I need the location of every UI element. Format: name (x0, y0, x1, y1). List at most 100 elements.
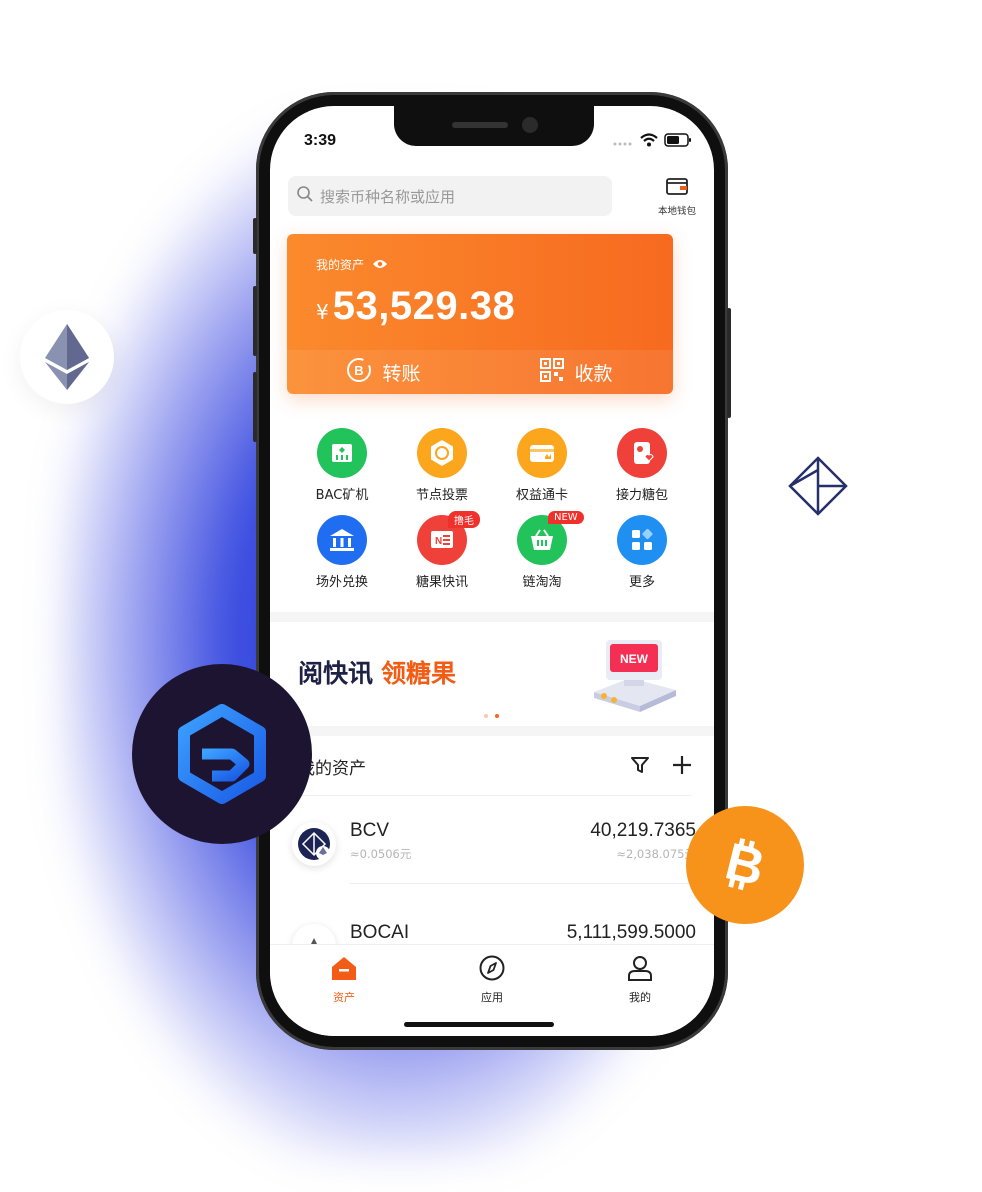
coin-unit-price: ≈0.0506元 (350, 847, 412, 861)
asset-label: 我的资产 (316, 258, 365, 272)
compass-icon (478, 955, 506, 985)
app-more[interactable]: 更多 (592, 515, 692, 590)
app-label: 链淘淘 (522, 575, 562, 590)
app-candy-news[interactable]: N 撸毛 糖果快讯 (392, 511, 492, 590)
battery-icon (664, 132, 692, 151)
coin-value: ≈2,038.075元 (616, 847, 696, 861)
app-candy-relay[interactable]: 接力糖包 (592, 428, 692, 503)
svg-text:B: B (720, 832, 770, 897)
notch (394, 106, 594, 146)
app-label: BAC矿机 (315, 488, 369, 503)
app-label: 场外兑换 (315, 575, 368, 590)
signal-icon (612, 132, 634, 151)
status-icons (612, 132, 692, 151)
section-divider (270, 726, 714, 736)
svg-text:B: B (355, 363, 364, 378)
app-otc-exchange[interactable]: 场外兑换 (292, 515, 392, 590)
assets-tools (630, 755, 692, 779)
app-rights-card[interactable]: 权益通卡 (492, 428, 592, 503)
transfer-label: 转账 (382, 362, 421, 385)
banner-text-a: 阅快讯 (298, 660, 374, 688)
user-icon (626, 955, 654, 985)
home-indicator (404, 1022, 554, 1027)
status-time: 3:39 (304, 132, 337, 149)
eye-icon[interactable] (372, 258, 388, 272)
asset-amount: 53,529.38 (332, 284, 516, 328)
volume-up-button (253, 286, 257, 356)
card-actions: B 转账 收款 (287, 350, 673, 394)
receive-label: 收款 (574, 362, 613, 385)
phone-frame: 3:39 搜索币种名称或应用 本地钱包 我的资产 ¥ 53,529.38 B 转… (253, 92, 731, 1050)
search-icon (296, 185, 314, 207)
asset-card: 我的资产 ¥ 53,529.38 B 转账 收款 (287, 234, 673, 394)
otc-exchange-icon (317, 515, 367, 565)
app-chain-shop[interactable]: NEW 链淘淘 (492, 511, 592, 590)
asset-label-row: 我的资产 (316, 256, 388, 273)
coin-name: BOCAI (350, 922, 410, 943)
ethereum-icon (20, 310, 114, 404)
pagination-dot[interactable] (484, 714, 488, 718)
app-grid: BAC矿机 节点投票 权益通卡 接力糖包 场外兑换 N 撸毛 糖果快讯 NEW … (292, 428, 692, 590)
assets-header: 我的资产 (298, 738, 692, 796)
app-label: 更多 (628, 575, 655, 590)
app-label: 权益通卡 (515, 488, 568, 503)
tab-label: 资产 (333, 991, 355, 1004)
mining-machine-icon (317, 428, 367, 478)
speaker (452, 122, 508, 128)
svg-text:N: N (435, 536, 442, 547)
qr-code-icon (540, 357, 565, 387)
banner-headline: 阅快讯 领糖果 (298, 654, 456, 690)
more-apps-icon (617, 515, 667, 565)
power-button (727, 308, 731, 418)
receive-button[interactable]: 收款 (480, 350, 673, 394)
node-vote-icon (417, 428, 467, 478)
tab-label: 应用 (481, 991, 503, 1004)
front-camera (522, 117, 538, 133)
app-node-vote[interactable]: 节点投票 (392, 428, 492, 503)
search-input[interactable]: 搜索币种名称或应用 (288, 176, 612, 216)
filter-icon[interactable] (630, 755, 650, 779)
mute-switch (253, 218, 257, 254)
app-label: 节点投票 (415, 488, 468, 503)
app-bac-miner[interactable]: BAC矿机 (292, 428, 392, 503)
pagination-dot-active[interactable] (495, 714, 499, 718)
volume-down-button (253, 372, 257, 442)
wifi-icon (640, 132, 658, 151)
banner-badge: NEW (620, 652, 649, 666)
phone-screen: 3:39 搜索币种名称或应用 本地钱包 我的资产 ¥ 53,529.38 B 转… (270, 106, 714, 1036)
brand-logo-icon (132, 664, 312, 844)
coin-balance: 40,219.7365 (590, 820, 696, 841)
coin-row-bcv[interactable]: BCV ≈0.0506元 40,219.7365 ≈2,038.075元 (292, 796, 696, 896)
section-divider (270, 612, 714, 622)
rights-card-icon (517, 428, 567, 478)
coin-name: BCV (350, 820, 390, 841)
local-wallet-button[interactable]: 本地钱包 (654, 176, 700, 217)
tab-me[interactable]: 我的 (566, 945, 714, 1036)
app-label: 接力糖包 (615, 488, 668, 503)
currency-symbol: ¥ (316, 300, 329, 324)
wallet-label: 本地钱包 (657, 205, 696, 217)
app-tag-badge: NEW (548, 511, 584, 524)
bcv-coin-icon (292, 822, 336, 866)
banner-pagination (484, 714, 499, 718)
home-assets-icon (330, 955, 358, 985)
candy-relay-icon (617, 428, 667, 478)
tab-assets[interactable]: 资产 (270, 945, 418, 1036)
promo-banner[interactable]: 阅快讯 领糖果 NEW (270, 624, 714, 726)
computer-illustration: NEW (584, 636, 684, 720)
transfer-icon: B (346, 357, 372, 388)
banner-text-b: 领糖果 (381, 660, 457, 688)
add-icon[interactable] (672, 755, 692, 779)
row-separator (350, 883, 696, 884)
bitcoin-icon: B (686, 806, 804, 924)
tab-label: 我的 (629, 991, 651, 1004)
bcv-diamond-icon (776, 444, 860, 528)
search-row: 搜索币种名称或应用 本地钱包 (288, 170, 700, 222)
transfer-button[interactable]: B 转账 (287, 350, 480, 394)
wallet-icon (665, 176, 689, 200)
app-tag-badge: 撸毛 (448, 511, 480, 528)
asset-amount-row: ¥ 53,529.38 (316, 284, 515, 329)
search-placeholder: 搜索币种名称或应用 (320, 187, 456, 206)
app-label: 糖果快讯 (415, 575, 468, 590)
coin-balance: 5,111,599.5000 (566, 922, 696, 943)
